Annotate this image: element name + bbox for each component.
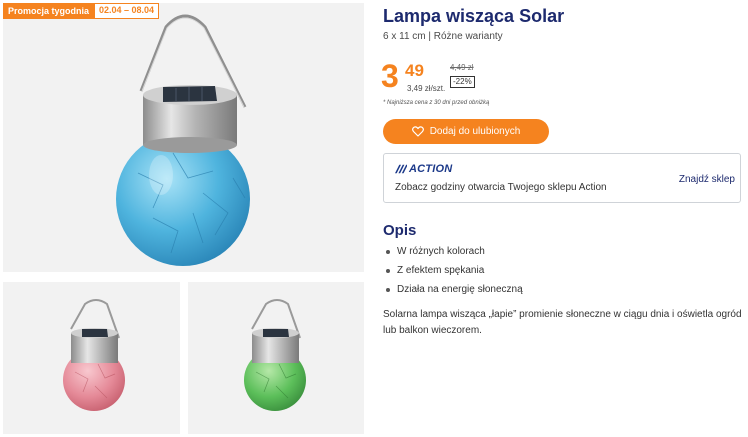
heart-icon [411,126,424,137]
price-footnote: * Najniższa cena z 30 dni przed obniżką [383,100,490,106]
feature-item: Z efektem spękania [386,265,523,284]
feature-item: Działa na energię słoneczną [386,284,523,303]
discount-badge: -22% [450,76,475,88]
promo-label: Promocja tygodnia [3,3,95,19]
store-hours-text: Zobacz godziny otwarcia Twojego sklepu A… [395,182,607,193]
product-title: Lampa wisząca Solar [383,6,565,26]
feature-item: W różnych kolorach [386,246,523,265]
thumbnail-green[interactable] [188,282,364,434]
product-subtitle: 6 x 11 cm | Różne warianty [383,31,503,42]
description-text: Solarna lampa wisząca „łapie” promienie … [383,309,742,336]
old-price: 4,49 zł [450,63,474,72]
promo-badge: Promocja tygodnia 02.04 – 08.04 [3,3,160,19]
store-card: ACTION Zobacz godziny otwarcia Twojego s… [383,153,741,203]
find-store-link[interactable]: Znajdź sklep [679,174,735,185]
lamp-image-green [244,299,306,411]
unit-price: 3,49 zł/szt. [407,84,446,93]
feature-list: W różnych kolorach Z efektem spękania Dz… [386,246,523,303]
price-decimal: 49 [405,61,424,80]
action-logo: ACTION [395,163,452,175]
price-integer: 3 [381,58,399,94]
add-to-favorites-button[interactable]: Dodaj do ulubionych [383,119,549,144]
description-heading: Opis [383,222,417,239]
action-brand-name: ACTION [409,163,453,175]
lamp-image-pink [63,299,125,411]
thumbnail-pink[interactable] [3,282,180,434]
add-to-favorites-label: Dodaj do ulubionych [429,126,521,137]
main-product-image[interactable] [3,3,364,272]
promo-dates: 02.04 – 08.04 [94,3,160,19]
lamp-image-blue [116,14,250,266]
action-logo-icon [395,164,407,174]
